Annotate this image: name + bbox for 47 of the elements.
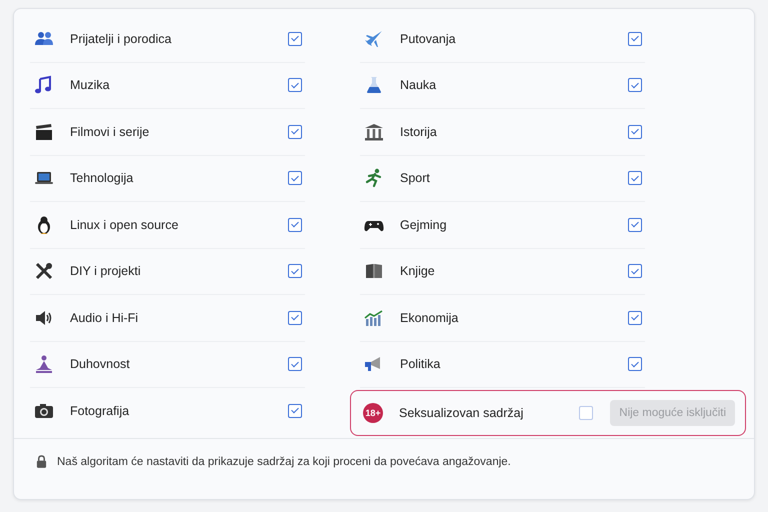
flask-icon	[364, 75, 384, 96]
checkbox[interactable]	[288, 32, 302, 46]
topic-label: Tehnologija	[70, 171, 134, 186]
checkbox[interactable]	[628, 218, 642, 232]
topic-label: Sport	[400, 171, 431, 186]
topic-label: Ekonomija	[400, 310, 460, 325]
topic-label: Audio i Hi-Fi	[70, 310, 140, 325]
runner-icon	[364, 168, 384, 188]
topic-label: Nauka	[400, 78, 438, 92]
checkbox[interactable]	[288, 404, 302, 418]
topic-label: Linux i open source	[70, 218, 180, 232]
checkbox[interactable]	[288, 310, 302, 325]
music-icon	[34, 75, 54, 96]
checkbox[interactable]	[288, 171, 302, 186]
meditation-icon	[34, 354, 54, 374]
checkbox[interactable]	[628, 357, 642, 372]
clapper-icon	[34, 122, 54, 142]
checkbox[interactable]	[579, 406, 594, 420]
topic-label: Gejming	[400, 218, 448, 232]
checkbox[interactable]	[288, 357, 302, 372]
checkbox[interactable]	[628, 78, 642, 92]
checkbox[interactable]	[288, 264, 302, 278]
topic-label: Seksualizovan sadržaj	[399, 406, 524, 420]
footer-note: Naš algoritam će nastaviti da prikazuje sadržaj za koji proceni da povećava angažovanje.	[57, 456, 511, 468]
checkbox[interactable]	[628, 264, 642, 278]
topic-label: Duhovnost	[70, 357, 131, 372]
topic-label: Prijatelji i porodica	[70, 32, 172, 46]
checkbox[interactable]	[288, 124, 302, 139]
topic-label: Filmovi i serije	[70, 124, 150, 139]
topic-label: Knjige	[400, 264, 436, 278]
checkbox[interactable]	[628, 171, 642, 186]
museum-icon	[364, 122, 384, 142]
lock-icon	[36, 455, 47, 468]
topic-label: DIY i projekti	[70, 264, 142, 278]
age-badge: 18+	[363, 403, 383, 423]
checkbox[interactable]	[288, 218, 302, 232]
checkbox[interactable]	[628, 310, 642, 325]
topic-label: Istorija	[400, 124, 438, 139]
checkbox[interactable]	[628, 124, 642, 139]
topic-label: Politika	[400, 357, 442, 372]
checkbox[interactable]	[628, 32, 642, 46]
topic-label: Fotografija	[70, 404, 130, 418]
checkbox[interactable]	[288, 78, 302, 92]
topic-label: Muzika	[70, 78, 111, 92]
chart-icon	[364, 308, 384, 328]
airplane-icon	[364, 28, 384, 49]
topic-label: Putovanja	[400, 32, 457, 46]
